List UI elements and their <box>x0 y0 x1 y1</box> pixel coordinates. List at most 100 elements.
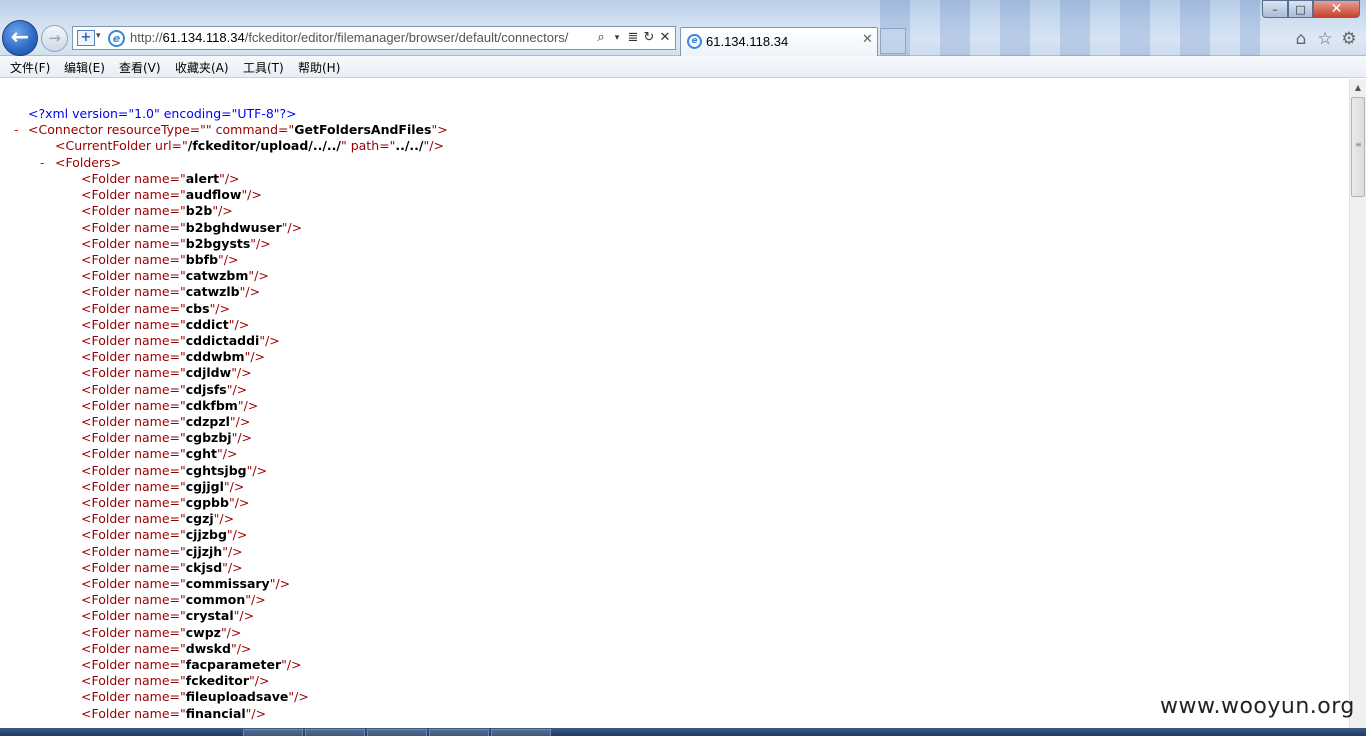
folder-tag-suffix: "/> <box>241 187 262 203</box>
url-prefix: http:// <box>130 30 163 45</box>
menu-bar: 文件(F) 编辑(E) 查看(V) 收藏夹(A) 工具(T) 帮助(H) <box>0 56 1366 78</box>
folder-element: <Folder name="ckjsd"/> <box>81 560 243 576</box>
close-window-button[interactable]: ✕ <box>1313 0 1360 18</box>
folder-tag-prefix: <Folder name=" <box>81 268 186 284</box>
folder-name-value: b2b <box>185 203 213 219</box>
close-tab-icon[interactable]: ✕ <box>862 32 873 47</box>
folder-element: <Folder name="cghtsjbg"/> <box>81 463 267 479</box>
folder-tag-prefix: <Folder name=" <box>81 478 186 494</box>
folder-tag-prefix: <Folder name=" <box>81 284 186 300</box>
folder-element: <Folder name="cdkfbm"/> <box>81 398 258 414</box>
ie-page-icon: e <box>108 30 125 47</box>
forward-arrow-icon: → <box>48 29 61 47</box>
folder-tag-prefix: <Folder name=" <box>81 689 186 705</box>
collapse-connector-toggle[interactable]: - <box>14 122 19 137</box>
back-arrow-icon: ← <box>10 25 30 50</box>
taskbar-button[interactable] <box>429 729 489 736</box>
refresh-icon[interactable]: ↻ <box>641 29 657 47</box>
folder-element: <Folder name="cddict"/> <box>81 317 249 333</box>
url-field[interactable]: http://61.134.118.34/fckeditor/editor/fi… <box>130 30 590 48</box>
home-icon[interactable]: ⌂ <box>1291 29 1311 49</box>
search-icon[interactable]: ⌕ <box>593 29 609 47</box>
menu-file[interactable]: 文件(F) <box>10 59 50 76</box>
folder-tag-suffix: "/> <box>219 171 240 186</box>
windows-taskbar <box>0 728 1366 736</box>
forward-button[interactable]: → <box>41 25 68 52</box>
folder-element: <Folder name="b2bghdwuser"/> <box>81 220 302 236</box>
menu-help[interactable]: 帮助(H) <box>298 59 340 76</box>
folder-name-value: cdkfbm <box>185 397 238 413</box>
maximize-button[interactable]: □ <box>1288 0 1313 18</box>
folder-element: <Folder name="cwpz"/> <box>81 625 241 641</box>
taskbar-button[interactable] <box>305 729 365 736</box>
collapse-folders-toggle[interactable]: - <box>40 155 45 170</box>
taskbar-button[interactable] <box>243 729 303 736</box>
folder-tag-prefix: <Folder name=" <box>81 333 186 348</box>
folder-name-value: cddwbm <box>185 349 245 365</box>
folder-tag-prefix: <Folder name=" <box>81 219 186 235</box>
folder-tag-suffix: "/> <box>250 235 271 251</box>
folder-element: <Folder name="b2b"/> <box>81 203 233 219</box>
stop-icon[interactable]: ✕ <box>657 29 673 47</box>
folder-element: <Folder name="fileuploadsave"/> <box>81 689 309 705</box>
menu-edit[interactable]: 编辑(E) <box>64 59 105 76</box>
menu-favorites[interactable]: 收藏夹(A) <box>175 59 229 76</box>
chevron-down-icon[interactable]: ▾ <box>96 31 101 41</box>
search-dropdown-icon[interactable]: ▾ <box>609 29 625 47</box>
folder-tag-prefix: <Folder name=" <box>81 430 186 446</box>
folder-element: <Folder name="crystal"/> <box>81 608 254 624</box>
folder-tag-suffix: "/> <box>222 559 243 575</box>
folder-tag-prefix: <Folder name=" <box>81 252 186 267</box>
title-bar-background <box>880 0 1260 56</box>
compatibility-view-icon[interactable]: + <box>77 30 95 46</box>
folder-tag-prefix: <Folder name=" <box>81 446 186 462</box>
folder-name-value: cddictaddi <box>185 333 260 348</box>
folder-tag-suffix: "/> <box>229 414 251 429</box>
folder-tag-prefix: <Folder name=" <box>81 527 186 543</box>
folder-element: <Folder name="fckeditor"/> <box>81 673 269 689</box>
folder-tag-prefix: <Folder name=" <box>81 187 186 203</box>
tools-gear-icon[interactable]: ⚙ <box>1339 29 1359 49</box>
scroll-up-arrow-icon[interactable]: ▲ <box>1350 79 1366 96</box>
folder-name-value: b2bgysts <box>185 235 251 251</box>
folder-tag-prefix: <Folder name=" <box>81 381 186 397</box>
tab-current-page[interactable]: e 61.134.118.34 ✕ <box>680 27 878 56</box>
folder-tag-prefix: <Folder name=" <box>81 608 186 624</box>
folder-tag-suffix: "/> <box>259 333 280 348</box>
connector-element: <Connector resourceType="" command="GetF… <box>28 122 448 138</box>
new-tab-button[interactable] <box>880 28 906 54</box>
folder-tag-suffix: "/> <box>216 446 238 462</box>
folder-name-value: cdjldw <box>185 365 232 381</box>
folder-tag-suffix: "/> <box>228 316 250 332</box>
taskbar-button[interactable] <box>491 729 551 736</box>
folder-name-value: audflow <box>185 187 242 203</box>
back-button[interactable]: ← <box>2 20 38 56</box>
folder-element: <Folder name="b2bgysts"/> <box>81 236 271 252</box>
scrollbar-thumb[interactable]: ≡ <box>1351 97 1365 197</box>
compat-view-icon[interactable]: ≣ <box>625 29 641 47</box>
folder-name-value: cghtsjbg <box>185 462 247 478</box>
menu-tools[interactable]: 工具(T) <box>243 59 284 76</box>
connector-open-suffix: "> <box>431 122 448 137</box>
favorites-star-icon[interactable]: ☆ <box>1315 29 1335 49</box>
folder-element: <Folder name="cgjjgl"/> <box>81 479 244 495</box>
folder-element: <Folder name="cjjzbg"/> <box>81 527 247 543</box>
taskbar-button[interactable] <box>367 729 427 736</box>
folder-tag-prefix: <Folder name=" <box>81 349 186 365</box>
minimize-button[interactable]: – <box>1262 0 1288 18</box>
folder-tag-suffix: "/> <box>245 705 267 721</box>
folder-element: <Folder name="cjjzjh"/> <box>81 544 243 560</box>
xml-declaration: <?xml version="1.0" encoding="UTF-8"?> <box>28 106 297 121</box>
folder-element: <Folder name="audflow"/> <box>81 187 262 203</box>
vertical-scrollbar[interactable]: ▲ ≡ <box>1349 79 1366 728</box>
folder-tag-prefix: <Folder name=" <box>81 640 186 656</box>
folder-name-value: cgpbb <box>185 495 229 510</box>
folder-tag-prefix: <Folder name=" <box>81 511 186 527</box>
folder-tag-suffix: "/> <box>281 219 303 235</box>
menu-view[interactable]: 查看(V) <box>119 59 161 76</box>
folder-element: <Folder name="cght"/> <box>81 446 237 462</box>
folder-element: <Folder name="cgpbb"/> <box>81 495 249 511</box>
address-bar[interactable]: + ▾ e http://61.134.118.34/fckeditor/edi… <box>72 26 676 50</box>
folder-name-value: cjjzbg <box>185 527 227 543</box>
folder-tag-prefix: <Folder name=" <box>81 543 186 559</box>
